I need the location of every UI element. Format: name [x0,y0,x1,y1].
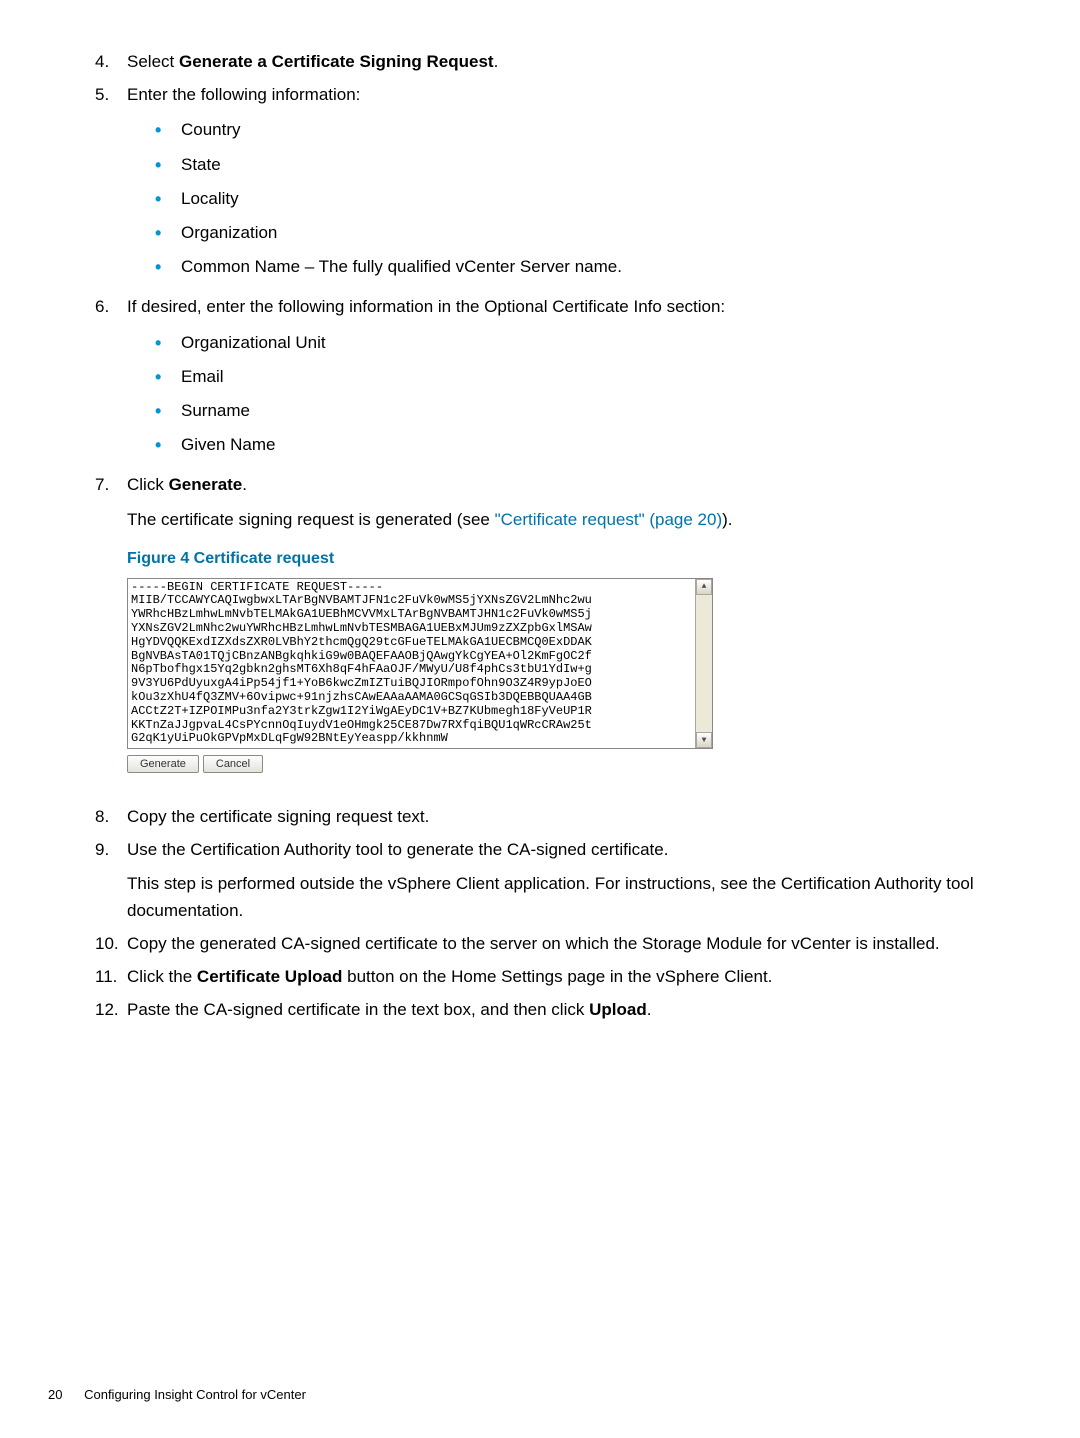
step-body: Copy the generated CA-signed certificate… [127,930,985,957]
list-item: Country [155,116,985,143]
list-item: Surname [155,397,985,424]
instructions-list-2: 8. Copy the certificate signing request … [95,803,985,1023]
cancel-button[interactable]: Cancel [203,755,263,773]
certificate-textbox[interactable]: -----BEGIN CERTIFICATE REQUEST----- MIIB… [127,578,713,750]
scroll-down-icon[interactable]: ▼ [696,732,712,748]
bullet-list: Organizational Unit Email Surname Given … [127,329,985,459]
step-number: 8. [95,803,127,830]
step-number: 6. [95,293,127,320]
certificate-figure: -----BEGIN CERTIFICATE REQUEST----- MIIB… [127,578,713,774]
instructions-list-1: 4. Select Generate a Certificate Signing… [95,48,985,534]
generate-button[interactable]: Generate [127,755,199,773]
step-body: Use the Certification Authority tool to … [127,836,985,924]
list-item: Organization [155,219,985,246]
footer-title: Configuring Insight Control for vCenter [84,1387,306,1402]
cross-reference-link[interactable]: "Certificate request" (page 20) [495,510,723,529]
step-body: Copy the certificate signing request tex… [127,803,985,830]
step-number: 10. [95,930,127,957]
step-body: Click the Certificate Upload button on t… [127,963,985,990]
step-body: Click Generate. The certificate signing … [127,471,985,533]
list-item: Common Name – The fully qualified vCente… [155,253,985,280]
step-number: 9. [95,836,127,863]
list-item: State [155,151,985,178]
step-body: Paste the CA-signed certificate in the t… [127,996,985,1023]
list-item: Locality [155,185,985,212]
step-number: 7. [95,471,127,498]
list-item: Email [155,363,985,390]
step-body: Enter the following information: Country… [127,81,985,287]
step-number: 4. [95,48,127,75]
page-footer: 20 Configuring Insight Control for vCent… [48,1387,306,1402]
figure-caption: Figure 4 Certificate request [95,550,985,568]
page-number: 20 [48,1387,62,1402]
scrollbar[interactable]: ▲ ▼ [695,579,712,749]
certificate-text: -----BEGIN CERTIFICATE REQUEST----- MIIB… [128,579,695,749]
list-item: Organizational Unit [155,329,985,356]
step-body: If desired, enter the following informat… [127,293,985,465]
step-number: 5. [95,81,127,108]
step-body: Select Generate a Certificate Signing Re… [127,48,985,75]
step-number: 12. [95,996,127,1023]
scroll-up-icon[interactable]: ▲ [696,579,712,595]
list-item: Given Name [155,431,985,458]
step-number: 11. [95,963,127,990]
bullet-list: Country State Locality Organization Comm… [127,116,985,280]
